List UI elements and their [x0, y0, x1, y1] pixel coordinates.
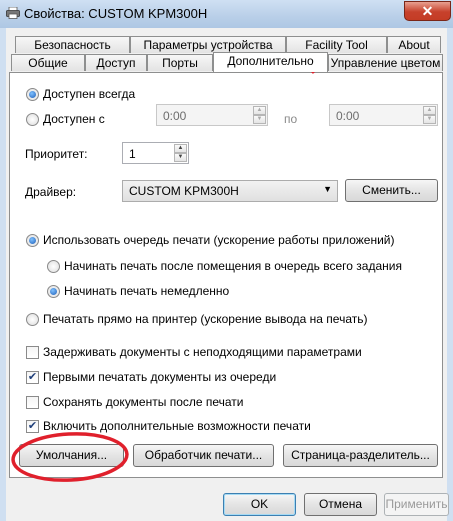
- keep-printed-checkbox[interactable]: [26, 396, 39, 409]
- tab-about[interactable]: About: [387, 36, 441, 53]
- cancel-button[interactable]: Отмена: [304, 493, 377, 516]
- priority-value: 1: [129, 147, 136, 161]
- window-title: Свойства: CUSTOM KPM300H: [24, 6, 208, 21]
- available-from-time[interactable]: 0:00 ▲ ▼: [156, 104, 268, 126]
- print-direct-radio[interactable]: [26, 313, 39, 326]
- print-spooled-first-checkbox[interactable]: ✔: [26, 371, 39, 384]
- priority-stepper[interactable]: 1 ▲ ▼: [122, 142, 189, 164]
- to-time-up-icon[interactable]: ▲: [423, 106, 436, 115]
- tab-advanced[interactable]: Дополнительно: [213, 52, 328, 72]
- available-from-label: Доступен с: [43, 112, 105, 126]
- start-immediately-radio[interactable]: [47, 285, 60, 298]
- use-spool-radio[interactable]: [26, 234, 39, 247]
- chevron-down-icon: ▼: [323, 184, 332, 194]
- available-from-radio[interactable]: [26, 113, 39, 126]
- print-processor-button[interactable]: Обработчик печати...: [133, 444, 274, 467]
- priority-label: Приоритет:: [25, 147, 88, 161]
- defaults-button[interactable]: Умолчания...: [19, 444, 124, 467]
- tab-sharing[interactable]: Доступ: [85, 54, 147, 71]
- print-direct-label: Печатать прямо на принтер (ускорение выв…: [43, 312, 368, 326]
- from-time-up-icon[interactable]: ▲: [253, 106, 266, 115]
- separator-page-button[interactable]: Страница-разделитель...: [283, 444, 438, 467]
- from-time-value: 0:00: [163, 109, 187, 123]
- always-available-label: Доступен всегда: [43, 87, 136, 101]
- print-spooled-first-label: Первыми печатать документы из очереди: [43, 370, 277, 384]
- always-available-radio[interactable]: [26, 88, 39, 101]
- change-driver-button[interactable]: Сменить...: [345, 179, 438, 202]
- start-after-last-page-radio[interactable]: [47, 260, 60, 273]
- advanced-features-label: Включить дополнительные возможности печа…: [43, 419, 311, 433]
- checkmark-icon: ✔: [27, 371, 38, 383]
- available-to-time[interactable]: 0:00 ▲ ▼: [329, 104, 438, 126]
- keep-printed-label: Сохранять документы после печати: [43, 395, 244, 409]
- tab-security[interactable]: Безопасность: [15, 36, 130, 53]
- printer-icon: [6, 7, 20, 19]
- priority-down-icon[interactable]: ▼: [174, 153, 187, 162]
- priority-up-icon[interactable]: ▲: [174, 144, 187, 153]
- from-time-down-icon[interactable]: ▼: [253, 115, 266, 124]
- available-to-label: по: [284, 112, 298, 126]
- apply-button[interactable]: Применить: [384, 493, 449, 516]
- ok-button[interactable]: OK: [223, 493, 296, 516]
- start-immediately-label: Начинать печать немедленно: [64, 284, 230, 298]
- tab-color-management[interactable]: Управление цветом: [328, 54, 443, 71]
- tab-ports[interactable]: Порты: [147, 54, 213, 71]
- start-after-last-page-label: Начинать печать после помещения в очеред…: [64, 259, 402, 273]
- checkmark-icon: ✔: [27, 420, 38, 432]
- close-button[interactable]: ✕: [404, 1, 451, 21]
- driver-select[interactable]: CUSTOM KPM300H ▼: [122, 180, 338, 202]
- driver-label: Драйвер:: [25, 185, 77, 199]
- advanced-tab-panel: [9, 72, 443, 478]
- advanced-features-checkbox[interactable]: ✔: [26, 420, 39, 433]
- use-spool-label: Использовать очередь печати (ускорение р…: [43, 233, 395, 247]
- tab-device-settings[interactable]: Параметры устройства: [130, 36, 286, 53]
- to-time-down-icon[interactable]: ▼: [423, 115, 436, 124]
- to-time-value: 0:00: [336, 109, 360, 123]
- driver-select-value: CUSTOM KPM300H: [129, 184, 239, 198]
- tab-facility-tool[interactable]: Facility Tool: [286, 36, 387, 53]
- tab-general[interactable]: Общие: [11, 54, 85, 71]
- hold-mismatched-checkbox[interactable]: [26, 346, 39, 359]
- hold-mismatched-label: Задерживать документы с неподходящими па…: [43, 345, 362, 359]
